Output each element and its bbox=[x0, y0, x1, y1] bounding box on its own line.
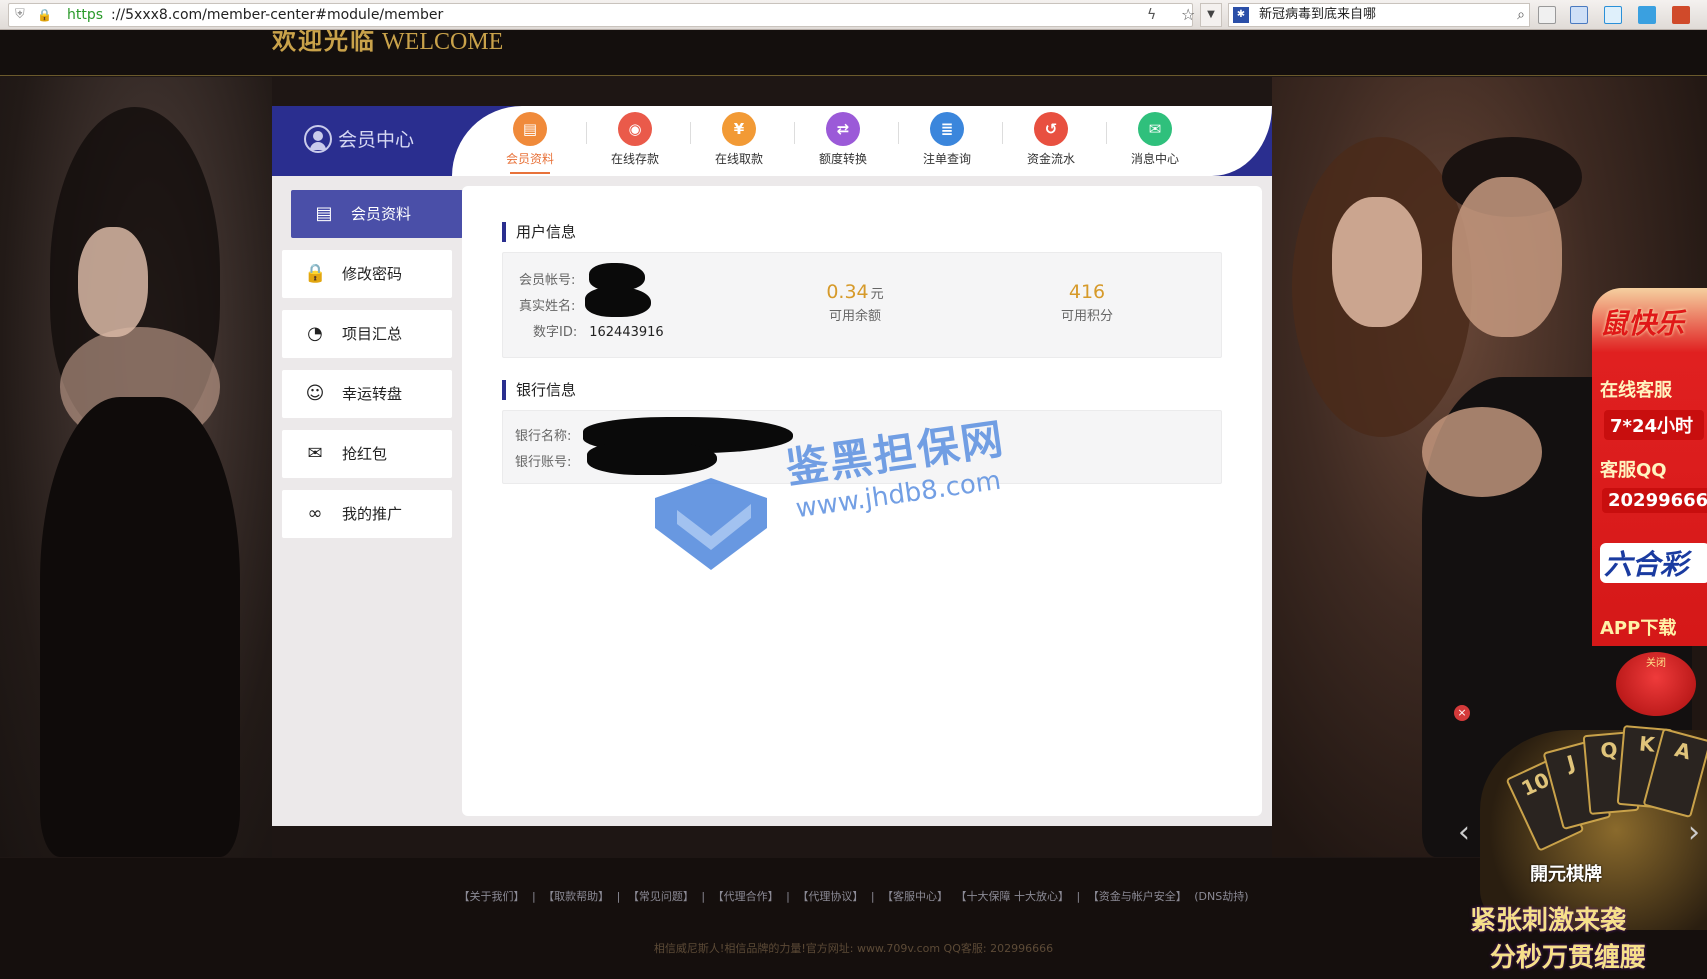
document-icon: ▤ bbox=[315, 203, 333, 224]
address-bar[interactable]: ⛨ 🔒 https ://5xxx8.com/member-center#mod… bbox=[8, 3, 1195, 27]
sidebar-item-member-info[interactable]: ▤ 会员资料 bbox=[291, 190, 473, 238]
welcome-cn: 欢迎光临 bbox=[272, 30, 376, 54]
footer-link-fund-security[interactable]: 【资金与帐户安全】 bbox=[1088, 890, 1187, 903]
browser-toolbar: ⛨ 🔒 https ://5xxx8.com/member-center#mod… bbox=[0, 0, 1707, 30]
chevron-left-icon[interactable]: ‹ bbox=[1458, 815, 1470, 850]
welcome-banner: 欢迎光临 WELCOME bbox=[272, 30, 503, 54]
tab-message-center[interactable]: ✉ 消息中心 bbox=[1107, 112, 1203, 172]
ad-qq-number: 202996666 bbox=[1602, 488, 1707, 513]
search-text: 新冠病毒到底来自哪 bbox=[1259, 7, 1377, 22]
tab-online-deposit[interactable]: ◉ 在线存款 bbox=[587, 112, 683, 172]
dashboard-icon: ◔ bbox=[307, 323, 323, 344]
sidebar-item-red-envelope[interactable]: ✉ 抢红包 bbox=[282, 430, 452, 478]
user-avatar-icon bbox=[304, 124, 332, 153]
site-header: 欢迎光临 WELCOME bbox=[0, 30, 1707, 76]
panel-header: 会员中心 ▤ 会员资料 ◉ 在线存款 ¥ 在线取款 ⇄ 额度转换 ≣ 注单查询 … bbox=[272, 106, 1272, 176]
close-icon[interactable]: × bbox=[1454, 705, 1470, 721]
id-card-icon: ▤ bbox=[513, 112, 547, 146]
ad-online-service[interactable]: 在线客服 bbox=[1600, 376, 1707, 402]
url-scheme: https bbox=[67, 7, 104, 23]
redaction-mark bbox=[587, 441, 717, 475]
ad-qq-label[interactable]: 客服QQ bbox=[1600, 456, 1707, 482]
tab-quota-transfer[interactable]: ⇄ 额度转换 bbox=[795, 112, 891, 172]
search-box[interactable]: ✱ 新冠病毒到底来自哪 ⌕ bbox=[1228, 3, 1530, 27]
content-area: 用户信息 会员帐号: 真实姓名: 数字ID: 162443916 0.34 元 可用… bbox=[462, 186, 1262, 816]
link-icon: ∞ bbox=[307, 503, 323, 524]
user-info-box: 会员帐号: 真实姓名: 数字ID: 162443916 0.34 元 可用余额 41… bbox=[502, 252, 1222, 358]
tab-bet-query[interactable]: ≣ 注单查询 bbox=[899, 112, 995, 172]
envelope-icon: ✉ bbox=[1138, 112, 1172, 146]
yen-coin-icon: ¥ bbox=[722, 112, 756, 146]
document-icon: ≣ bbox=[930, 112, 964, 146]
transfer-icon: ⇄ bbox=[826, 112, 860, 146]
footer-link-guarantees[interactable]: 【十大保障 十大放心】 bbox=[956, 890, 1070, 903]
lock-icon: 🔒 bbox=[304, 263, 327, 284]
bank-info-box: 银行名称: 银行账号: bbox=[502, 410, 1222, 484]
ad-app-download[interactable]: APP下载 bbox=[1600, 614, 1707, 640]
realname-row: 真实姓名: bbox=[519, 299, 576, 314]
screenshot-icon[interactable] bbox=[1570, 6, 1588, 24]
bank-info-title: 银行信息 bbox=[502, 380, 576, 400]
member-center-panel: 会员中心 ▤ 会员资料 ◉ 在线存款 ¥ 在线取款 ⇄ 额度转换 ≣ 注单查询 … bbox=[272, 106, 1272, 826]
sidebar-item-change-password[interactable]: 🔒 修改密码 bbox=[282, 250, 452, 298]
user-info-title: 用户信息 bbox=[502, 222, 576, 242]
accessibility-icon: ☺ bbox=[305, 383, 325, 404]
window-icon[interactable] bbox=[1604, 6, 1622, 24]
footer-link-customer-service[interactable]: 【客服中心】 bbox=[882, 890, 948, 903]
background-photo-left bbox=[0, 77, 272, 857]
search-engine-icon[interactable]: ✱ bbox=[1233, 7, 1249, 23]
red-envelope-icon: ✉ bbox=[307, 443, 323, 464]
tab-online-withdraw[interactable]: ¥ 在线取款 bbox=[691, 112, 787, 172]
tab-fund-flow[interactable]: ↺ 资金流水 bbox=[1003, 112, 1099, 172]
lightning-icon[interactable]: ϟ bbox=[1147, 4, 1156, 26]
balance-value: 0.34 bbox=[826, 281, 869, 303]
member-center-title: 会员中心 bbox=[304, 124, 414, 156]
bank-name-row: 银行名称: bbox=[515, 429, 572, 444]
sidebar-item-my-promotion[interactable]: ∞ 我的推广 bbox=[282, 490, 452, 538]
points-value: 416 bbox=[1068, 281, 1106, 303]
grid-icon[interactable] bbox=[1538, 6, 1556, 24]
footer-link-agent-cooperation[interactable]: 【代理合作】 bbox=[713, 890, 779, 903]
id-row: 数字ID: 162443916 bbox=[533, 325, 664, 340]
chevron-right-icon[interactable]: › bbox=[1688, 815, 1700, 850]
redaction-mark bbox=[585, 287, 651, 317]
ad-hours: 7*24小时 bbox=[1604, 410, 1704, 440]
welcome-en: WELCOME bbox=[382, 30, 504, 54]
corner-game-ad[interactable]: 10 J Q K A × ‹ › 開元棋牌 紧张刺激来袭 分秒万贯缠腰 bbox=[1440, 705, 1707, 979]
url-path: ://5xxx8.com/member-center#module/member bbox=[111, 7, 444, 23]
footer-link-agent-agreement[interactable]: 【代理协议】 bbox=[797, 890, 863, 903]
account-row: 会员帐号: bbox=[519, 273, 576, 288]
ad-slogan-2: 分秒万贯缠腰 bbox=[1490, 943, 1647, 973]
ad-brand: 開元棋牌 bbox=[1530, 864, 1602, 885]
bookmark-star-icon[interactable]: ☆ bbox=[1181, 4, 1195, 26]
footer-link-dns[interactable]: (DNS劫持) bbox=[1194, 890, 1248, 903]
piggy-bank-icon: ◉ bbox=[618, 112, 652, 146]
balance-stat: 0.34 元 可用余额 bbox=[826, 281, 884, 324]
tab-member-info[interactable]: ▤ 会员资料 bbox=[482, 112, 578, 174]
close-ad-label: 关闭 bbox=[1646, 658, 1666, 669]
points-stat: 416 可用积分 bbox=[1060, 281, 1113, 324]
shield-icon: ⛨ bbox=[15, 7, 25, 22]
search-icon[interactable]: ⌕ bbox=[1517, 4, 1525, 26]
lock-icon: 🔒 bbox=[37, 8, 52, 22]
send-icon[interactable] bbox=[1638, 6, 1656, 24]
floating-service-ad[interactable]: 鼠快乐 在线客服 7*24小时 客服QQ 202996666 六合彩 APP下载 bbox=[1592, 288, 1707, 646]
ad-slogan-1: 紧张刺激来袭 bbox=[1470, 906, 1627, 936]
ad-year-text: 鼠快乐 bbox=[1600, 307, 1685, 340]
sidebar-item-lucky-wheel[interactable]: ☺ 幸运转盘 bbox=[282, 370, 452, 418]
url-dropdown-button[interactable]: ▼ bbox=[1200, 3, 1222, 27]
sidebar-item-project-summary[interactable]: ◔ 项目汇总 bbox=[282, 310, 452, 358]
footer-link-faq[interactable]: 【常见问题】 bbox=[628, 890, 694, 903]
id-value: 162443916 bbox=[589, 325, 664, 340]
bank-account-row: 银行账号: bbox=[515, 455, 572, 470]
extension-icon[interactable] bbox=[1672, 6, 1690, 24]
history-icon: ↺ bbox=[1034, 112, 1068, 146]
footer-link-about[interactable]: 【关于我们】 bbox=[458, 890, 524, 903]
footer-link-withdraw-help[interactable]: 【取款帮助】 bbox=[543, 890, 609, 903]
ad-lottery-logo: 六合彩 bbox=[1600, 543, 1707, 583]
